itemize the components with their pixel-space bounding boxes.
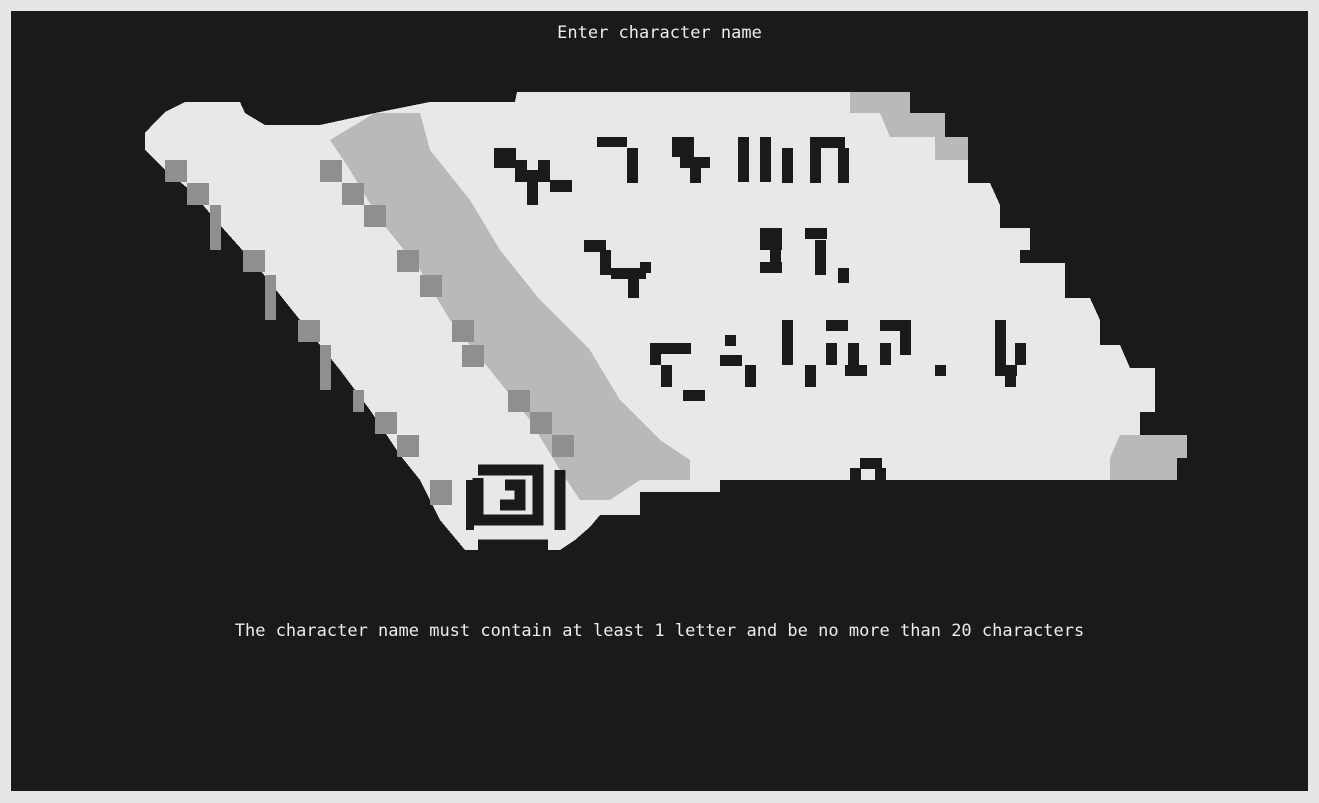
validation-message: The character name must contain at least…: [234, 621, 1085, 641]
scroll-spiral-edge: [466, 480, 474, 530]
scroll-shade-right-edge: [1110, 435, 1187, 480]
name-entry-screen: Enter character name The character name …: [11, 11, 1308, 791]
parchment-scroll-icon[interactable]: [11, 11, 1308, 791]
